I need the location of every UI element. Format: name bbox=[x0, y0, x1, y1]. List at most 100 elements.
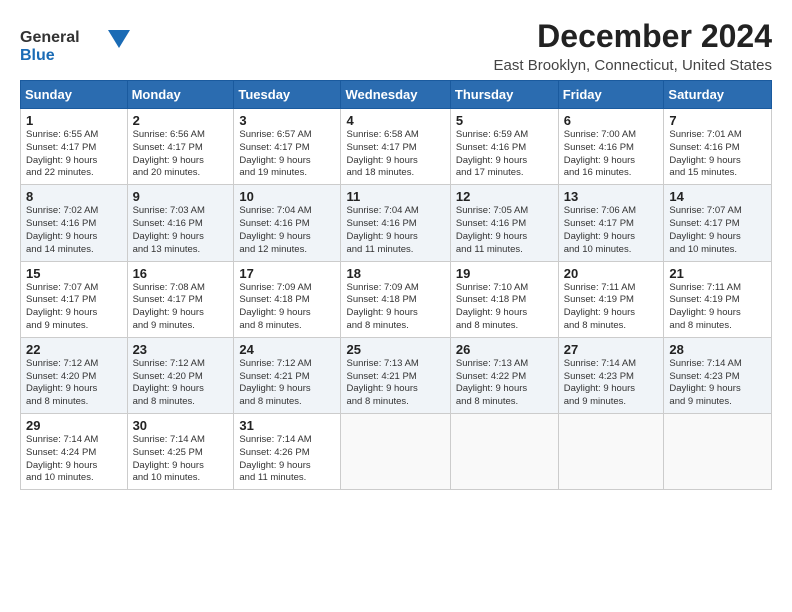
day-number: 31 bbox=[239, 418, 335, 433]
calendar-cell: 14Sunrise: 7:07 AM Sunset: 4:17 PM Dayli… bbox=[664, 185, 772, 261]
calendar-cell: 25Sunrise: 7:13 AM Sunset: 4:21 PM Dayli… bbox=[341, 337, 450, 413]
calendar-cell: 26Sunrise: 7:13 AM Sunset: 4:22 PM Dayli… bbox=[450, 337, 558, 413]
day-info: Sunrise: 6:57 AM Sunset: 4:17 PM Dayligh… bbox=[239, 129, 335, 180]
title-block: December 2024 East Brooklyn, Connecticut… bbox=[494, 18, 772, 74]
calendar-cell: 3Sunrise: 6:57 AM Sunset: 4:17 PM Daylig… bbox=[234, 109, 341, 185]
day-info: Sunrise: 7:12 AM Sunset: 4:20 PM Dayligh… bbox=[26, 358, 122, 409]
day-number: 8 bbox=[26, 189, 122, 204]
calendar-cell: 7Sunrise: 7:01 AM Sunset: 4:16 PM Daylig… bbox=[664, 109, 772, 185]
day-info: Sunrise: 7:07 AM Sunset: 4:17 PM Dayligh… bbox=[26, 282, 122, 333]
day-info: Sunrise: 7:04 AM Sunset: 4:16 PM Dayligh… bbox=[239, 205, 335, 256]
subtitle: East Brooklyn, Connecticut, United State… bbox=[494, 57, 772, 74]
day-number: 30 bbox=[133, 418, 229, 433]
day-info: Sunrise: 7:03 AM Sunset: 4:16 PM Dayligh… bbox=[133, 205, 229, 256]
calendar-cell: 2Sunrise: 6:56 AM Sunset: 4:17 PM Daylig… bbox=[127, 109, 234, 185]
day-info: Sunrise: 7:14 AM Sunset: 4:25 PM Dayligh… bbox=[133, 434, 229, 485]
day-number: 10 bbox=[239, 189, 335, 204]
weekday-header-sunday: Sunday bbox=[21, 81, 128, 109]
logo-text: General Blue bbox=[20, 22, 130, 73]
day-number: 28 bbox=[669, 342, 766, 357]
weekday-header-thursday: Thursday bbox=[450, 81, 558, 109]
weekday-header-wednesday: Wednesday bbox=[341, 81, 450, 109]
day-info: Sunrise: 7:10 AM Sunset: 4:18 PM Dayligh… bbox=[456, 282, 553, 333]
calendar-cell: 17Sunrise: 7:09 AM Sunset: 4:18 PM Dayli… bbox=[234, 261, 341, 337]
day-number: 15 bbox=[26, 266, 122, 281]
calendar-cell: 29Sunrise: 7:14 AM Sunset: 4:24 PM Dayli… bbox=[21, 414, 128, 490]
calendar-week-3: 15Sunrise: 7:07 AM Sunset: 4:17 PM Dayli… bbox=[21, 261, 772, 337]
calendar-cell: 24Sunrise: 7:12 AM Sunset: 4:21 PM Dayli… bbox=[234, 337, 341, 413]
calendar-week-5: 29Sunrise: 7:14 AM Sunset: 4:24 PM Dayli… bbox=[21, 414, 772, 490]
day-info: Sunrise: 7:01 AM Sunset: 4:16 PM Dayligh… bbox=[669, 129, 766, 180]
weekday-header-saturday: Saturday bbox=[664, 81, 772, 109]
calendar-cell: 21Sunrise: 7:11 AM Sunset: 4:19 PM Dayli… bbox=[664, 261, 772, 337]
day-number: 7 bbox=[669, 113, 766, 128]
day-number: 5 bbox=[456, 113, 553, 128]
day-info: Sunrise: 7:04 AM Sunset: 4:16 PM Dayligh… bbox=[346, 205, 444, 256]
day-number: 12 bbox=[456, 189, 553, 204]
calendar-cell: 8Sunrise: 7:02 AM Sunset: 4:16 PM Daylig… bbox=[21, 185, 128, 261]
calendar-cell: 22Sunrise: 7:12 AM Sunset: 4:20 PM Dayli… bbox=[21, 337, 128, 413]
day-info: Sunrise: 7:13 AM Sunset: 4:21 PM Dayligh… bbox=[346, 358, 444, 409]
page: General Blue December 2024 East Brooklyn… bbox=[0, 0, 792, 500]
day-number: 21 bbox=[669, 266, 766, 281]
day-info: Sunrise: 7:12 AM Sunset: 4:21 PM Dayligh… bbox=[239, 358, 335, 409]
day-info: Sunrise: 7:05 AM Sunset: 4:16 PM Dayligh… bbox=[456, 205, 553, 256]
day-number: 18 bbox=[346, 266, 444, 281]
svg-text:General: General bbox=[20, 29, 80, 46]
weekday-header-friday: Friday bbox=[558, 81, 664, 109]
header-row: General Blue December 2024 East Brooklyn… bbox=[20, 18, 772, 74]
day-number: 3 bbox=[239, 113, 335, 128]
calendar-cell: 23Sunrise: 7:12 AM Sunset: 4:20 PM Dayli… bbox=[127, 337, 234, 413]
day-number: 29 bbox=[26, 418, 122, 433]
day-number: 23 bbox=[133, 342, 229, 357]
day-number: 24 bbox=[239, 342, 335, 357]
day-number: 16 bbox=[133, 266, 229, 281]
calendar-week-4: 22Sunrise: 7:12 AM Sunset: 4:20 PM Dayli… bbox=[21, 337, 772, 413]
calendar-cell: 19Sunrise: 7:10 AM Sunset: 4:18 PM Dayli… bbox=[450, 261, 558, 337]
calendar-header-row: SundayMondayTuesdayWednesdayThursdayFrid… bbox=[21, 81, 772, 109]
day-info: Sunrise: 7:14 AM Sunset: 4:24 PM Dayligh… bbox=[26, 434, 122, 485]
day-info: Sunrise: 6:58 AM Sunset: 4:17 PM Dayligh… bbox=[346, 129, 444, 180]
day-number: 2 bbox=[133, 113, 229, 128]
calendar-cell: 20Sunrise: 7:11 AM Sunset: 4:19 PM Dayli… bbox=[558, 261, 664, 337]
calendar-cell: 27Sunrise: 7:14 AM Sunset: 4:23 PM Dayli… bbox=[558, 337, 664, 413]
calendar-cell: 1Sunrise: 6:55 AM Sunset: 4:17 PM Daylig… bbox=[21, 109, 128, 185]
day-info: Sunrise: 7:14 AM Sunset: 4:26 PM Dayligh… bbox=[239, 434, 335, 485]
day-number: 9 bbox=[133, 189, 229, 204]
calendar-cell: 30Sunrise: 7:14 AM Sunset: 4:25 PM Dayli… bbox=[127, 414, 234, 490]
calendar-cell: 28Sunrise: 7:14 AM Sunset: 4:23 PM Dayli… bbox=[664, 337, 772, 413]
day-number: 17 bbox=[239, 266, 335, 281]
day-info: Sunrise: 7:06 AM Sunset: 4:17 PM Dayligh… bbox=[564, 205, 659, 256]
day-info: Sunrise: 7:08 AM Sunset: 4:17 PM Dayligh… bbox=[133, 282, 229, 333]
main-title: December 2024 bbox=[494, 18, 772, 55]
calendar-cell: 5Sunrise: 6:59 AM Sunset: 4:16 PM Daylig… bbox=[450, 109, 558, 185]
calendar-week-2: 8Sunrise: 7:02 AM Sunset: 4:16 PM Daylig… bbox=[21, 185, 772, 261]
calendar-cell: 12Sunrise: 7:05 AM Sunset: 4:16 PM Dayli… bbox=[450, 185, 558, 261]
day-number: 25 bbox=[346, 342, 444, 357]
day-number: 4 bbox=[346, 113, 444, 128]
calendar-cell bbox=[450, 414, 558, 490]
day-number: 6 bbox=[564, 113, 659, 128]
day-info: Sunrise: 7:14 AM Sunset: 4:23 PM Dayligh… bbox=[669, 358, 766, 409]
calendar-cell bbox=[558, 414, 664, 490]
day-info: Sunrise: 7:02 AM Sunset: 4:16 PM Dayligh… bbox=[26, 205, 122, 256]
calendar-cell: 13Sunrise: 7:06 AM Sunset: 4:17 PM Dayli… bbox=[558, 185, 664, 261]
calendar-cell bbox=[664, 414, 772, 490]
day-info: Sunrise: 7:09 AM Sunset: 4:18 PM Dayligh… bbox=[239, 282, 335, 333]
day-number: 1 bbox=[26, 113, 122, 128]
day-info: Sunrise: 7:00 AM Sunset: 4:16 PM Dayligh… bbox=[564, 129, 659, 180]
calendar-cell: 16Sunrise: 7:08 AM Sunset: 4:17 PM Dayli… bbox=[127, 261, 234, 337]
calendar-cell: 11Sunrise: 7:04 AM Sunset: 4:16 PM Dayli… bbox=[341, 185, 450, 261]
calendar-cell: 9Sunrise: 7:03 AM Sunset: 4:16 PM Daylig… bbox=[127, 185, 234, 261]
svg-text:Blue: Blue bbox=[20, 47, 55, 64]
day-info: Sunrise: 6:59 AM Sunset: 4:16 PM Dayligh… bbox=[456, 129, 553, 180]
day-info: Sunrise: 6:55 AM Sunset: 4:17 PM Dayligh… bbox=[26, 129, 122, 180]
calendar-cell: 6Sunrise: 7:00 AM Sunset: 4:16 PM Daylig… bbox=[558, 109, 664, 185]
day-info: Sunrise: 7:11 AM Sunset: 4:19 PM Dayligh… bbox=[564, 282, 659, 333]
calendar-cell: 31Sunrise: 7:14 AM Sunset: 4:26 PM Dayli… bbox=[234, 414, 341, 490]
day-number: 22 bbox=[26, 342, 122, 357]
day-number: 11 bbox=[346, 189, 444, 204]
day-number: 20 bbox=[564, 266, 659, 281]
calendar-week-1: 1Sunrise: 6:55 AM Sunset: 4:17 PM Daylig… bbox=[21, 109, 772, 185]
weekday-header-monday: Monday bbox=[127, 81, 234, 109]
